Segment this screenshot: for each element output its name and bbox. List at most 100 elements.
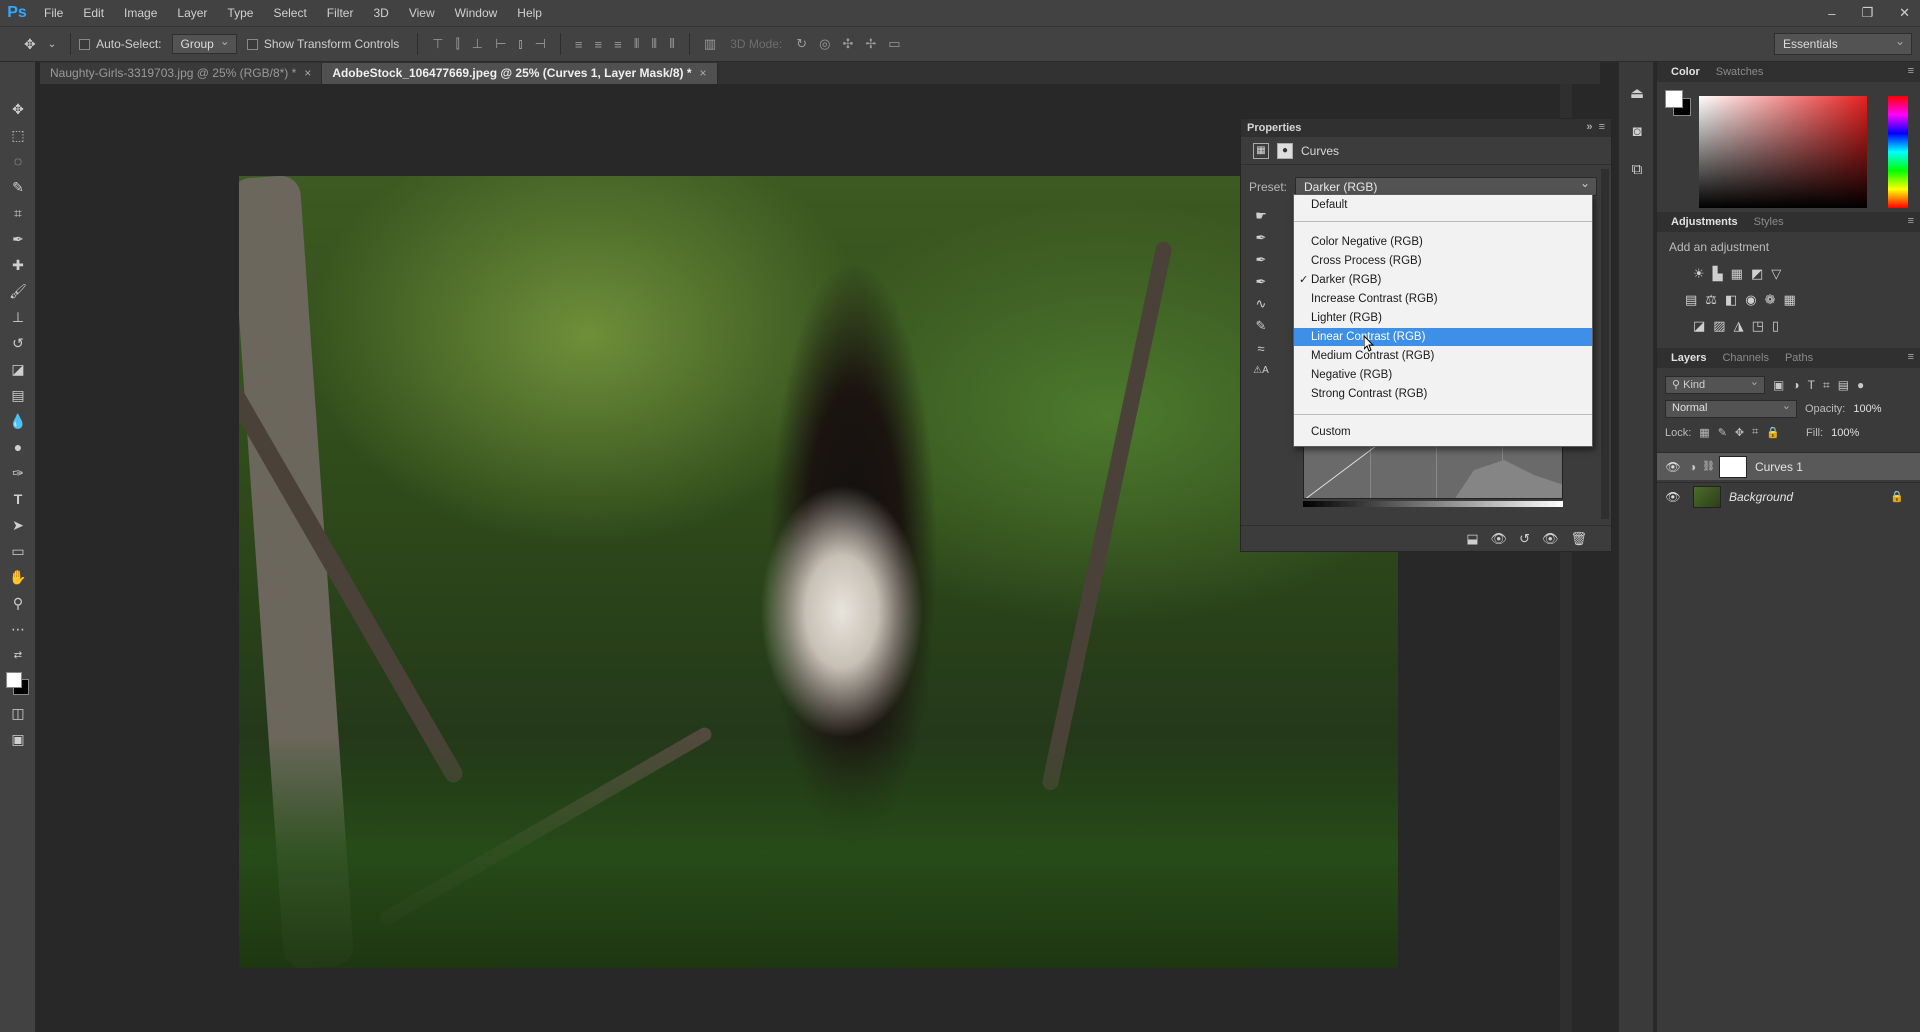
menu-type[interactable]: Type — [217, 6, 263, 20]
levels-icon[interactable]: ▙ — [1713, 266, 1723, 282]
lasso-tool-icon[interactable]: ◌ — [0, 148, 36, 174]
close-tab-icon[interactable]: × — [700, 66, 707, 80]
path-select-tool-icon[interactable]: ➤ — [0, 512, 36, 538]
history-panel-icon[interactable]: ⏏ — [1619, 74, 1655, 112]
filter-pixel-icon[interactable]: ▣ — [1773, 378, 1784, 392]
photo-filter-icon[interactable]: ◉ — [1745, 292, 1756, 308]
gray-point-eyedropper-icon[interactable]: ✒ — [1249, 249, 1273, 271]
preset-option[interactable]: Lighter (RGB) — [1294, 309, 1592, 327]
align-top-icon[interactable]: ⊤ — [426, 36, 449, 52]
menu-image[interactable]: Image — [114, 6, 167, 20]
type-tool-icon[interactable]: T — [0, 486, 36, 512]
black-point-eyedropper-icon[interactable]: ✒ — [1249, 227, 1273, 249]
visibility-icon[interactable]: 👁 — [1542, 531, 1559, 547]
layer-name[interactable]: Background — [1729, 490, 1793, 504]
close-tab-icon[interactable]: × — [304, 66, 311, 80]
auto-select-dropdown[interactable]: Group — [171, 34, 237, 54]
tab-color[interactable]: Color — [1663, 66, 1708, 78]
panel-menu-icon[interactable]: ≡ — [1908, 351, 1914, 363]
preset-option[interactable]: Color Negative (RGB) — [1294, 233, 1592, 251]
draw-curve-icon[interactable]: ✎ — [1249, 315, 1273, 337]
tab-styles[interactable]: Styles — [1746, 216, 1792, 228]
target-adjust-icon[interactable]: ☛ — [1249, 205, 1273, 227]
auto-select-checkbox[interactable]: Auto-Select: — [79, 37, 162, 51]
threshold-icon[interactable]: ◮ — [1734, 318, 1744, 334]
properties-scrollbar[interactable] — [1601, 169, 1609, 519]
libraries-panel-icon[interactable]: ⧉ — [1619, 150, 1655, 188]
properties-panel-icon[interactable]: ◙ — [1619, 112, 1655, 150]
more-tools-icon[interactable]: ⋯ — [0, 616, 36, 642]
distribute-left-icon[interactable]: ⦀ — [628, 36, 646, 52]
tab-channels[interactable]: Channels — [1714, 352, 1776, 364]
color-balance-icon[interactable]: ⚖ — [1705, 292, 1717, 308]
clone-stamp-tool-icon[interactable]: ⊥ — [0, 304, 36, 330]
hand-tool-icon[interactable]: ✋ — [0, 564, 36, 590]
lock-all-icon[interactable]: 🔒 — [1766, 426, 1780, 439]
blur-tool-icon[interactable]: 💧 — [0, 408, 36, 434]
tab-document-1[interactable]: Naughty-Girls-3319703.jpg @ 25% (RGB/8*)… — [40, 63, 323, 84]
invert-icon[interactable]: ◪ — [1693, 318, 1705, 334]
foreground-color-swatch[interactable] — [1665, 90, 1683, 108]
preset-option-checked[interactable]: ✓ Darker (RGB) — [1294, 271, 1592, 289]
distribute-top-icon[interactable]: ≡ — [569, 37, 589, 52]
brush-tool-icon[interactable]: 🖌 — [0, 278, 36, 304]
kind-filter-dropdown[interactable]: ⚲ Kind — [1665, 375, 1765, 394]
menu-filter[interactable]: Filter — [317, 6, 364, 20]
layer-mask-icon[interactable]: ● — [1277, 142, 1293, 159]
exposure-icon[interactable]: ◩ — [1751, 266, 1763, 282]
chevron-down-icon[interactable]: ⌄ — [42, 39, 62, 50]
menu-select[interactable]: Select — [263, 6, 316, 20]
black-white-icon[interactable]: ◧ — [1725, 292, 1737, 308]
tab-swatches[interactable]: Swatches — [1708, 66, 1772, 78]
layer-mask-thumbnail[interactable] — [1718, 455, 1747, 478]
align-hcenter-icon[interactable]: ⫾ — [512, 36, 528, 52]
screen-mode-icon[interactable]: ▣ — [0, 726, 36, 752]
menu-window[interactable]: Window — [445, 6, 508, 20]
opacity-field[interactable]: 100% — [1853, 403, 1881, 415]
layer-row[interactable]: 👁 Background 🔒 — [1657, 482, 1920, 510]
align-left-icon[interactable]: ⊢ — [489, 36, 512, 52]
menu-help[interactable]: Help — [507, 6, 552, 20]
smooth-curve-icon[interactable]: ≈ — [1249, 337, 1273, 359]
filter-type-icon[interactable]: T — [1808, 378, 1815, 392]
layer-row[interactable]: 👁 ◑ ⛓ Curves 1 — [1657, 452, 1920, 480]
curves-icon[interactable]: ▦ — [1731, 266, 1743, 282]
3d-drag-icon[interactable]: ✣ — [836, 36, 859, 52]
crop-tool-icon[interactable]: ⌗ — [0, 200, 36, 226]
filter-smart-object-icon[interactable]: ▤ — [1838, 378, 1849, 392]
distribute-right-icon[interactable]: ⦀ — [663, 36, 681, 52]
pen-tool-icon[interactable]: ✑ — [0, 460, 36, 486]
gradient-map-icon[interactable]: ▯ — [1772, 318, 1779, 334]
eyedropper-tool-icon[interactable]: ✒ — [0, 226, 36, 252]
view-previous-icon[interactable]: 👁 — [1491, 531, 1508, 547]
preset-option[interactable]: Negative (RGB) — [1294, 366, 1592, 384]
posterize-icon[interactable]: ▨ — [1713, 318, 1725, 334]
lock-transparent-icon[interactable]: ▦ — [1699, 426, 1709, 439]
healing-brush-tool-icon[interactable]: ✚ — [0, 252, 36, 278]
document-image[interactable] — [239, 176, 1398, 968]
photoshop-logo[interactable]: Ps — [0, 0, 34, 26]
color-field[interactable] — [1699, 96, 1867, 208]
layer-name[interactable]: Curves 1 — [1755, 460, 1803, 474]
visibility-eye-icon[interactable]: 👁 — [1663, 490, 1683, 504]
tab-layers[interactable]: Layers — [1663, 352, 1714, 364]
preset-option-highlighted[interactable]: Linear Contrast (RGB) — [1294, 328, 1592, 346]
eraser-tool-icon[interactable]: ◪ — [0, 356, 36, 382]
color-lookup-icon[interactable]: ▦ — [1784, 292, 1796, 308]
curves-graph[interactable] — [1303, 439, 1563, 499]
quick-select-tool-icon[interactable]: ✎ — [0, 174, 36, 200]
trash-icon[interactable]: 🗑 — [1570, 531, 1587, 547]
selective-color-icon[interactable]: ◳ — [1752, 318, 1764, 334]
restore-button[interactable]: ❐ — [1861, 5, 1873, 21]
distribute-hcenter-icon[interactable]: ⦀ — [645, 36, 663, 52]
brightness-icon[interactable]: ☀ — [1693, 266, 1705, 282]
menu-layer[interactable]: Layer — [167, 6, 217, 20]
show-transform-checkbox[interactable]: Show Transform Controls — [246, 37, 399, 51]
3d-scale-icon[interactable]: ▭ — [882, 36, 906, 52]
minimize-button[interactable]: – — [1828, 6, 1835, 21]
preset-option[interactable]: Default — [1294, 196, 1592, 214]
white-point-eyedropper-icon[interactable]: ✒ — [1249, 271, 1273, 293]
align-vcenter-icon[interactable]: ⫿ — [450, 36, 466, 52]
edit-points-icon[interactable]: ∿ — [1249, 293, 1273, 315]
filter-adjustment-icon[interactable]: ◑ — [1792, 378, 1799, 392]
